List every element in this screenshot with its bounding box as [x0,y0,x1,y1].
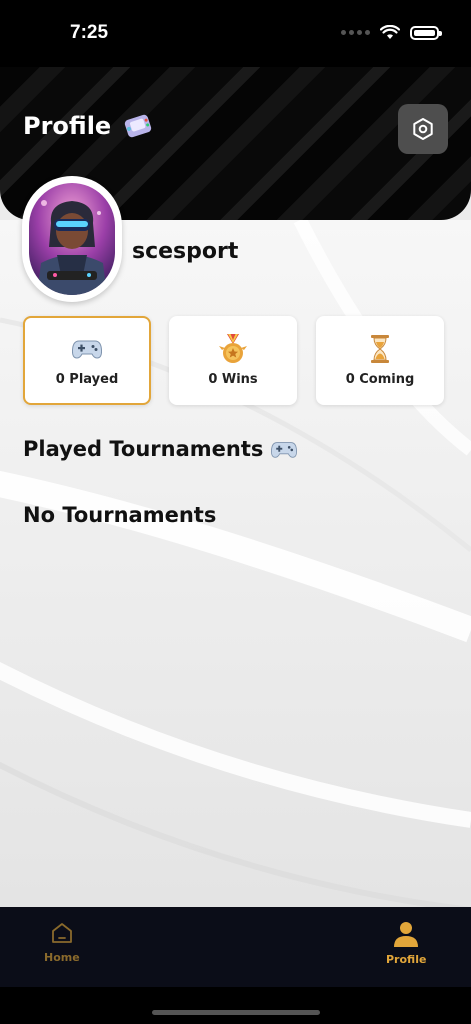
section-title-text: Played Tournaments [23,437,264,461]
nav-item-home[interactable]: Home [44,921,80,964]
bottom-navigation: Home Profile [0,907,471,987]
stat-card-coming[interactable]: 0 Coming [316,316,444,405]
avatar-image [29,183,115,295]
game-console-icon [125,114,152,138]
username: scesport [132,239,239,264]
section-title-played-tournaments: Played Tournaments [23,437,298,461]
gamepad-icon [72,340,102,359]
nav-item-profile[interactable]: Profile [386,921,426,966]
stat-label: 0 Played [55,371,119,387]
person-icon [394,922,419,947]
nav-label-home: Home [44,951,80,964]
wifi-icon [380,25,400,39]
empty-tournaments-message: No Tournaments [23,503,217,527]
stat-card-wins[interactable]: 0 Wins [169,316,297,405]
status-bar: 7:25 [0,0,471,67]
settings-icon [413,118,433,140]
home-indicator[interactable] [152,1010,320,1015]
medal-icon [219,333,247,363]
avatar[interactable] [22,176,122,302]
status-time: 7:25 [70,22,109,43]
hourglass-icon [371,334,389,363]
stat-label: 0 Wins [208,371,258,387]
page-title: Profile [23,112,112,140]
battery-icon [410,25,442,40]
stat-label: 0 Coming [345,371,415,387]
nav-label-profile: Profile [386,953,427,966]
settings-button[interactable] [398,104,448,154]
signal-icon [341,30,370,35]
gamepad-icon [271,441,298,458]
stat-card-played[interactable]: 0 Played [23,316,151,405]
home-icon [51,923,72,943]
